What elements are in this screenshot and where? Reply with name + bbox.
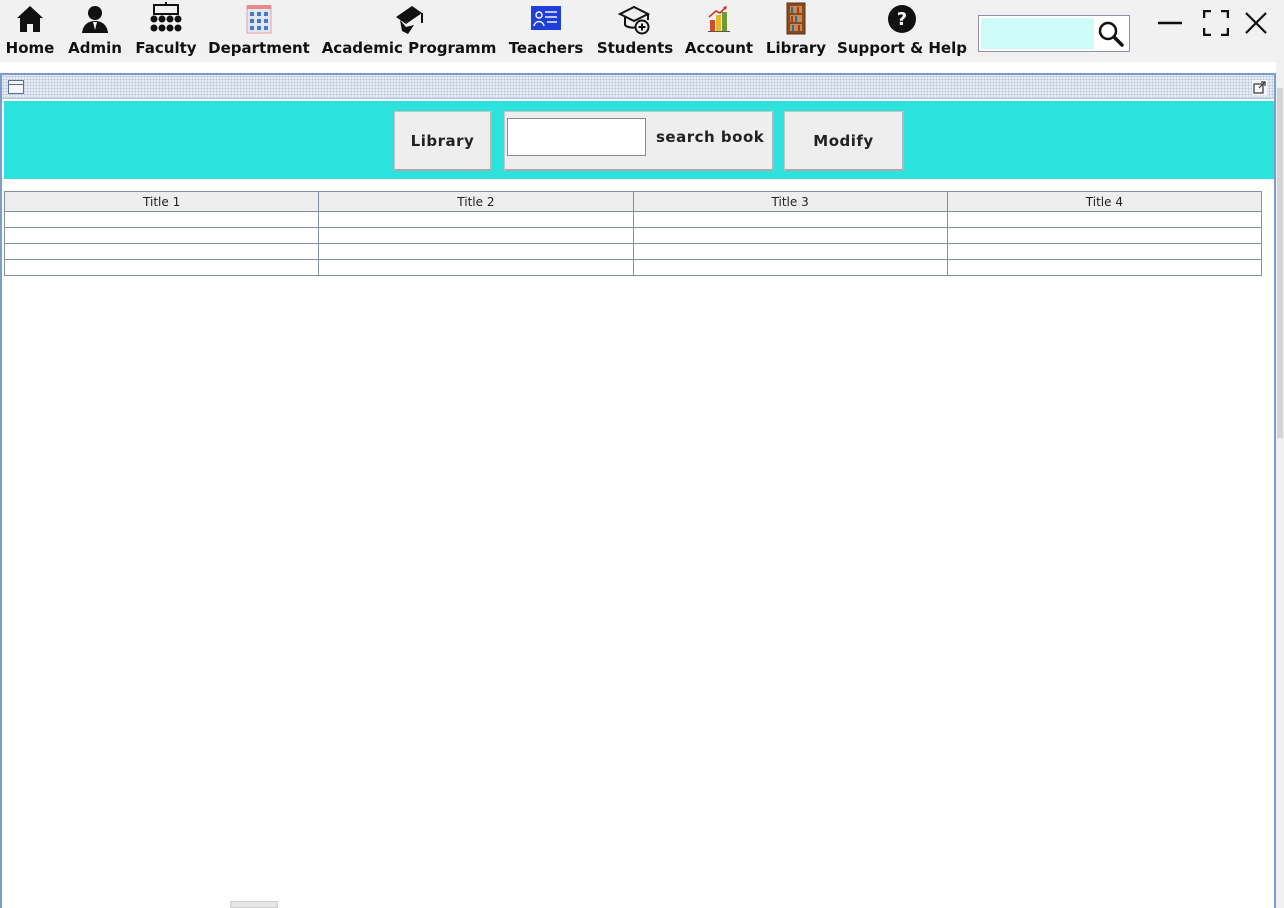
- bookshelf-icon: [776, 0, 816, 38]
- teacher-board-icon: [526, 0, 566, 38]
- table-cell[interactable]: [3, 227, 320, 244]
- vertical-scrollbar[interactable]: [1276, 0, 1284, 908]
- faculty-group-icon: [146, 0, 186, 38]
- search-book-button[interactable]: search book: [656, 128, 764, 146]
- account-chart-icon: [699, 0, 739, 38]
- books-table: Title 1 Title 2 Title 3 Title 4: [3, 191, 1263, 276]
- nav-support-help[interactable]: ? Support & Help: [837, 0, 967, 60]
- table-cell[interactable]: [3, 259, 320, 276]
- nav-label-faculty: Faculty: [135, 39, 197, 57]
- nav-label-home: Home: [5, 39, 55, 57]
- nav-label-library: Library: [765, 39, 827, 57]
- table-cell[interactable]: [3, 243, 320, 260]
- search-book-group: search book: [504, 111, 774, 171]
- top-search-box: [978, 15, 1130, 52]
- library-toolbar: Library search book Modify: [4, 101, 1274, 179]
- table-header-row: Title 1 Title 2 Title 3 Title 4: [3, 191, 1263, 212]
- books-grid: Title 1 Title 2 Title 3 Title 4: [3, 191, 1263, 276]
- home-icon: [10, 0, 50, 38]
- table-cell[interactable]: [318, 211, 634, 228]
- nav-students[interactable]: Students: [596, 0, 674, 60]
- svg-text:?: ?: [897, 9, 907, 30]
- nav-label-academic-programm: Academic Programm: [321, 39, 497, 57]
- taskbar-fragment: [230, 901, 278, 908]
- book-search-input[interactable]: [507, 118, 646, 156]
- column-header[interactable]: Title 4: [946, 191, 1263, 212]
- table-row[interactable]: [3, 227, 1263, 244]
- column-header[interactable]: Title 1: [3, 191, 320, 212]
- frame-maximize-icon[interactable]: [1252, 80, 1267, 95]
- library-button[interactable]: Library: [394, 111, 492, 171]
- nav-account[interactable]: Account: [684, 0, 754, 60]
- search-icon[interactable]: [1094, 18, 1128, 49]
- table-cell[interactable]: [318, 259, 634, 276]
- table-cell[interactable]: [946, 259, 1263, 276]
- scrollbar-thumb[interactable]: [1277, 88, 1283, 438]
- table-cell[interactable]: [946, 243, 1263, 260]
- modify-button[interactable]: Modify: [784, 111, 904, 171]
- nav-admin[interactable]: Admin: [66, 0, 124, 60]
- nav-label-admin: Admin: [68, 39, 122, 57]
- nav-library[interactable]: Library: [764, 0, 828, 60]
- frame-title-bar[interactable]: [2, 75, 1274, 99]
- top-search-input[interactable]: [981, 18, 1094, 49]
- nav-department[interactable]: Department: [208, 0, 310, 60]
- graduation-cap-icon: [389, 0, 429, 38]
- nav-label-students: Students: [596, 39, 674, 57]
- nav-label-teachers: Teachers: [508, 39, 584, 57]
- library-internal-frame: Library search book Modify Title 1 Title…: [0, 73, 1276, 908]
- table-cell[interactable]: [946, 211, 1263, 228]
- student-cap-add-icon: [615, 0, 655, 38]
- table-row[interactable]: [3, 259, 1263, 276]
- table-cell[interactable]: [632, 243, 948, 260]
- nav-home[interactable]: Home: [4, 0, 56, 60]
- table-cell[interactable]: [632, 259, 948, 276]
- column-header[interactable]: Title 2: [318, 191, 634, 212]
- nav-academic-programm[interactable]: Academic Programm: [322, 0, 496, 60]
- column-header[interactable]: Title 3: [632, 191, 948, 212]
- nav-teachers[interactable]: Teachers: [506, 0, 586, 60]
- table-row[interactable]: [3, 211, 1263, 228]
- table-cell[interactable]: [318, 243, 634, 260]
- nav-label-account: Account: [684, 39, 754, 57]
- table-row[interactable]: [3, 243, 1263, 260]
- table-cell[interactable]: [318, 227, 634, 244]
- table-cell[interactable]: [3, 211, 320, 228]
- close-icon[interactable]: [1239, 6, 1273, 40]
- main-menu-bar: Home Admin Faculty Department Academic P…: [0, 0, 1284, 62]
- nav-faculty[interactable]: Faculty: [134, 0, 198, 60]
- nav-label-department: Department: [208, 39, 310, 57]
- nav-label-support-help: Support & Help: [837, 39, 967, 57]
- maximize-icon[interactable]: [1199, 6, 1233, 40]
- question-icon: ?: [882, 0, 922, 38]
- admin-user-icon: [75, 0, 115, 38]
- table-cell[interactable]: [632, 211, 948, 228]
- frame-menu-icon[interactable]: [8, 80, 24, 94]
- department-building-icon: [239, 0, 279, 38]
- table-cell[interactable]: [946, 227, 1263, 244]
- minimize-icon[interactable]: [1153, 6, 1187, 40]
- table-cell[interactable]: [632, 227, 948, 244]
